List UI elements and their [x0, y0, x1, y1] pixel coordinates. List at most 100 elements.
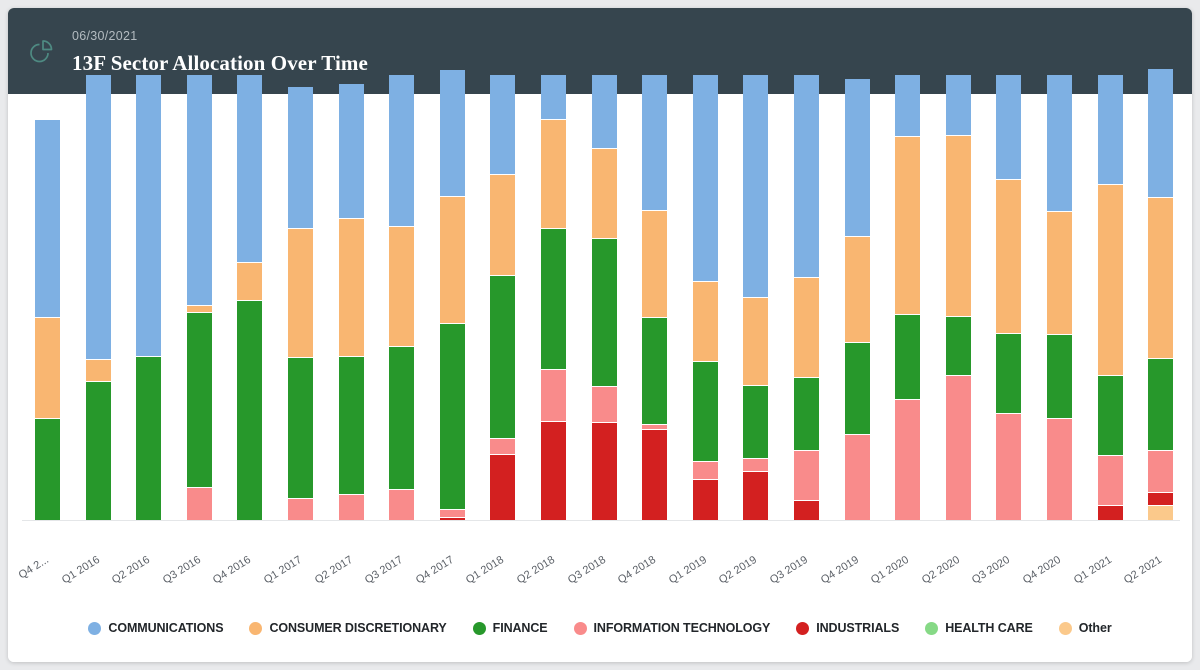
bar-segment-communications[interactable]: [439, 70, 465, 197]
bar-segment-consumer-discretionary[interactable]: [692, 281, 718, 363]
bar-segment-finance[interactable]: [541, 229, 566, 371]
bar-segment-information-technology[interactable]: [895, 399, 921, 520]
bar-segment-finance[interactable]: [945, 316, 971, 377]
legend-item-information-technology[interactable]: INFORMATION TECHNOLOGY: [573, 621, 770, 635]
bar-segment-communications[interactable]: [996, 75, 1022, 180]
legend-item-other[interactable]: Other: [1058, 621, 1112, 635]
bar-segment-consumer-discretionary[interactable]: [338, 218, 364, 358]
bar-segment-information-technology[interactable]: [996, 413, 1022, 520]
bar-segment-consumer-discretionary[interactable]: [996, 179, 1022, 334]
bar-segment-finance[interactable]: [743, 386, 769, 460]
bar-segment-industrials[interactable]: [743, 471, 769, 520]
bar-segment-information-technology[interactable]: [743, 459, 769, 472]
bar-segment-communications[interactable]: [490, 75, 516, 176]
bar-segment-communications[interactable]: [895, 75, 921, 138]
bar-segment-consumer-discretionary[interactable]: [591, 148, 617, 239]
bar-segment-information-technology[interactable]: [490, 438, 516, 455]
bar-segment-industrials[interactable]: [490, 454, 516, 520]
bar-segment-consumer-discretionary[interactable]: [186, 305, 212, 314]
bar-segment-finance[interactable]: [136, 357, 162, 520]
bar-segment-finance[interactable]: [85, 382, 111, 520]
bar-segment-communications[interactable]: [541, 75, 566, 120]
bar-segment-communications[interactable]: [945, 75, 971, 137]
bar-q2-2018[interactable]: [541, 75, 566, 520]
bar-segment-information-technology[interactable]: [186, 487, 212, 520]
bar-segment-consumer-discretionary[interactable]: [844, 236, 870, 344]
bar-segment-consumer-discretionary[interactable]: [1097, 184, 1123, 377]
bar-segment-communications[interactable]: [1097, 75, 1123, 185]
bar-segment-information-technology[interactable]: [1097, 456, 1123, 507]
bar-segment-finance[interactable]: [389, 347, 415, 491]
bar-segment-finance[interactable]: [186, 313, 212, 488]
bar-segment-information-technology[interactable]: [338, 495, 364, 520]
bar-segment-consumer-discretionary[interactable]: [35, 317, 60, 419]
bar-segment-finance[interactable]: [895, 314, 921, 400]
bar-segment-consumer-discretionary[interactable]: [389, 227, 415, 348]
bar-segment-industrials[interactable]: [591, 423, 617, 520]
bar-segment-industrials[interactable]: [541, 421, 566, 520]
bar-segment-other[interactable]: [1148, 505, 1174, 520]
bar-segment-consumer-discretionary[interactable]: [794, 277, 819, 378]
bar-segment-finance[interactable]: [692, 362, 718, 463]
legend-item-consumer-discretionary[interactable]: CONSUMER DISCRETIONARY: [249, 621, 447, 635]
bar-segment-information-technology[interactable]: [541, 370, 566, 422]
bar-segment-information-technology[interactable]: [389, 490, 415, 520]
bar-segment-information-technology[interactable]: [1047, 418, 1072, 520]
bar-segment-consumer-discretionary[interactable]: [541, 119, 566, 230]
bar-segment-industrials[interactable]: [439, 517, 465, 520]
bar-segment-consumer-discretionary[interactable]: [237, 263, 263, 302]
bar-q1-2021[interactable]: [1097, 75, 1123, 520]
bar-segment-industrials[interactable]: [1148, 493, 1174, 506]
bar-segment-finance[interactable]: [35, 418, 60, 520]
bar-segment-finance[interactable]: [1097, 376, 1123, 457]
bar-segment-communications[interactable]: [642, 75, 668, 212]
bar-segment-information-technology[interactable]: [1148, 450, 1174, 494]
bar-segment-communications[interactable]: [237, 75, 263, 264]
bar-segment-consumer-discretionary[interactable]: [642, 211, 668, 318]
bar-q2-2017[interactable]: [338, 83, 364, 520]
bar-q3-2016[interactable]: [186, 75, 212, 520]
bar-segment-information-technology[interactable]: [794, 451, 819, 501]
bar-segment-finance[interactable]: [642, 317, 668, 425]
bar-q3-2020[interactable]: [996, 75, 1022, 520]
bar-segment-information-technology[interactable]: [439, 509, 465, 518]
bar-q1-2017[interactable]: [288, 86, 313, 520]
bar-segment-consumer-discretionary[interactable]: [439, 196, 465, 324]
bar-segment-information-technology[interactable]: [692, 462, 718, 480]
bar-segment-finance[interactable]: [490, 276, 516, 439]
bar-segment-communications[interactable]: [692, 75, 718, 282]
bar-segment-industrials[interactable]: [1097, 506, 1123, 520]
bar-segment-consumer-discretionary[interactable]: [945, 136, 971, 317]
bar-q4-2018[interactable]: [642, 75, 668, 520]
bar-segment-information-technology[interactable]: [288, 498, 313, 520]
bar-q1-2016[interactable]: [85, 75, 111, 520]
bar-segment-communications[interactable]: [794, 75, 819, 278]
bar-segment-information-technology[interactable]: [591, 386, 617, 424]
bar-segment-finance[interactable]: [1047, 334, 1072, 419]
bar-segment-consumer-discretionary[interactable]: [1148, 197, 1174, 360]
bar-segment-finance[interactable]: [591, 238, 617, 387]
bar-q3-2019[interactable]: [794, 75, 819, 520]
bar-segment-information-technology[interactable]: [844, 434, 870, 520]
bar-segment-finance[interactable]: [288, 358, 313, 499]
bar-segment-consumer-discretionary[interactable]: [1047, 212, 1072, 335]
bar-segment-finance[interactable]: [338, 357, 364, 496]
bar-q4-2020[interactable]: [1047, 75, 1072, 520]
bar-q4-2016[interactable]: [237, 75, 263, 520]
legend-item-communications[interactable]: COMMUNICATIONS: [88, 621, 224, 635]
bar-segment-communications[interactable]: [1047, 75, 1072, 213]
bar-q1-2019[interactable]: [692, 75, 718, 520]
bar-segment-finance[interactable]: [844, 343, 870, 435]
bar-segment-industrials[interactable]: [642, 429, 668, 520]
bar-q2-2020[interactable]: [945, 75, 971, 520]
bar-segment-consumer-discretionary[interactable]: [288, 229, 313, 359]
bar-segment-consumer-discretionary[interactable]: [490, 175, 516, 277]
bar-segment-communications[interactable]: [85, 75, 111, 360]
bar-segment-consumer-discretionary[interactable]: [895, 137, 921, 315]
bar-segment-industrials[interactable]: [692, 479, 718, 520]
bar-q3-2018[interactable]: [591, 75, 617, 520]
bar-segment-industrials[interactable]: [794, 500, 819, 520]
bar-segment-finance[interactable]: [794, 377, 819, 452]
legend-item-health-care[interactable]: HEALTH CARE: [925, 621, 1033, 635]
bar-q3-2017[interactable]: [389, 75, 415, 520]
